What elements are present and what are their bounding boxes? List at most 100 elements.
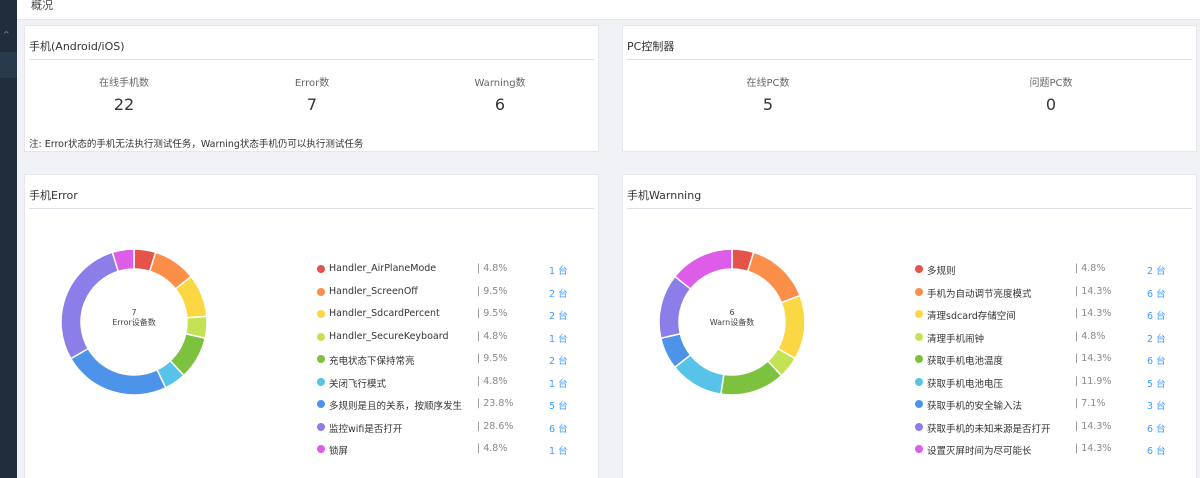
divider [29,59,594,60]
legend-label: 多规则是且的关系，按顺序发生 [329,401,463,412]
legend-label: 获取手机电池温度 [927,356,1004,367]
legend-dot-icon [915,287,923,296]
top-bar: 概况 [17,0,1200,20]
legend-dot-icon [915,355,923,363]
donut-slice[interactable] [719,359,783,396]
legend-percent: | 14.3% [1075,443,1112,454]
legend-count-link[interactable]: 1 台 [549,376,568,390]
legend-item[interactable]: 获取手机的安全输入法 | 7.1% 3 台 [915,398,1175,412]
stat-problem-pc: 问题PC数 0 [971,74,1131,114]
legend-dot-icon [317,332,325,341]
legend-label: 设置灭屏时间为尽可能长 [927,446,1032,457]
donut-slice[interactable] [746,251,801,304]
legend-item[interactable]: Handler_AirPlaneMode | 4.8% 1 台 [317,263,577,277]
donut-slice[interactable] [60,251,120,360]
legend-count-link[interactable]: 1 台 [549,443,568,457]
legend-dot-icon [915,377,923,386]
legend-dot-icon [317,422,325,431]
legend-dot-icon [317,445,325,453]
legend-item[interactable]: 充电状态下保持常亮 | 9.5% 2 台 [317,353,577,367]
center-value: 6 [729,308,735,317]
center-label: Error设备数 [112,318,156,327]
legend-label: 关闭飞行模式 [329,378,387,390]
warn-donut-center: 6 Warn设备数 [692,308,772,328]
legend-dot-icon [317,310,325,318]
legend-count-link[interactable]: 2 台 [1147,331,1166,345]
breadcrumb: 概况 [31,0,53,12]
legend-count-link[interactable]: 2 台 [1147,263,1166,277]
legend-count-link[interactable]: 6 台 [1147,353,1166,367]
legend-item[interactable]: 设置灭屏时间为尽可能长 | 14.3% 6 台 [915,443,1175,457]
legend-percent: | 23.8% [477,398,514,409]
legend-count-link[interactable]: 6 台 [1147,286,1166,300]
legend-percent: | 4.8% [477,375,508,387]
center-value: 7 [131,308,137,317]
legend-item[interactable]: 多规则是且的关系，按顺序发生 | 23.8% 5 台 [317,398,577,412]
legend-count-link[interactable]: 3 台 [1147,398,1166,412]
legend-item[interactable]: 获取手机的未知来源是否打开 | 14.3% 6 台 [915,421,1175,435]
collapse-caret-icon[interactable]: ^ [3,30,10,39]
divider [29,208,594,209]
phones-card: 手机(Android/iOS) 在线手机数 22 Error数 7 Warnin… [24,25,599,152]
legend-count-link[interactable]: 1 台 [549,263,568,277]
donut-slice[interactable] [673,248,733,291]
stat-value: 7 [306,95,318,114]
stat-online-phones: 在线手机数 22 [44,74,204,114]
legend-item[interactable]: Handler_ScreenOff | 9.5% 2 台 [317,286,577,300]
legend-percent: | 11.9% [1075,375,1112,387]
legend-item[interactable]: 手机为自动调节亮度模式 | 14.3% 6 台 [915,286,1175,300]
legend-percent: | 4.8% [477,263,508,274]
legend-dot-icon [317,400,325,408]
legend-dot-icon [915,310,923,318]
legend-label: 获取手机的安全输入法 [927,401,1023,412]
divider [627,208,1192,209]
phones-card-title: 手机(Android/iOS) [29,40,125,53]
legend-percent: | 4.8% [1075,263,1106,274]
stat-label: 在线PC数 [746,78,790,89]
legend-item[interactable]: Handler_SecureKeyboard | 4.8% 1 台 [317,331,577,345]
legend-percent: | 4.8% [1075,330,1106,342]
legend-item[interactable]: 关闭飞行模式 | 4.8% 1 台 [317,376,577,390]
stat-label: 问题PC数 [1029,78,1073,89]
legend-count-link[interactable]: 5 台 [1147,376,1166,390]
warn-chart-card: 手机Warnning 6 Warn设备数 多规则 | 4.8% 2 台手机为自动调节… [622,174,1197,478]
center-label: Warn设备数 [709,318,755,327]
legend-item[interactable]: 锁屏 | 4.8% 1 台 [317,443,577,457]
legend-count-link[interactable]: 2 台 [549,353,568,367]
legend-dot-icon [915,265,923,273]
donut-slice[interactable] [776,294,806,360]
stat-label: 在线手机数 [99,78,149,89]
legend-count-link[interactable]: 5 台 [549,398,568,412]
error-donut-center: 7 Error设备数 [94,308,174,328]
legend-dot-icon [317,287,325,296]
legend-dot-icon [915,400,923,408]
legend-count-link[interactable]: 6 台 [1147,308,1166,322]
stat-online-pc: 在线PC数 5 [688,74,848,114]
legend-item[interactable]: 监控wifi是否打开 | 28.6% 6 台 [317,421,577,435]
legend-percent: | 4.8% [477,443,508,454]
sidebar-active-item[interactable] [0,52,17,78]
legend-percent: | 7.1% [1075,398,1106,409]
legend-count-link[interactable]: 2 台 [549,308,568,322]
legend-item[interactable]: 获取手机电池电压 | 11.9% 5 台 [915,376,1175,390]
legend-count-link[interactable]: 6 台 [549,421,568,435]
legend-dot-icon [915,332,923,341]
legend-percent: | 9.5% [477,353,508,364]
pc-card: PC控制器 在线PC数 5 问题PC数 0 [622,25,1197,152]
legend-item[interactable]: 获取手机电池温度 | 14.3% 6 台 [915,353,1175,367]
legend-count-link[interactable]: 1 台 [549,331,568,345]
donut-slice[interactable] [69,347,167,396]
legend-count-link[interactable]: 6 台 [1147,421,1166,435]
legend-item[interactable]: 清理手机闹钟 | 4.8% 2 台 [915,331,1175,345]
legend-count-link[interactable]: 2 台 [549,286,568,300]
legend-item[interactable]: 多规则 | 4.8% 2 台 [915,263,1175,277]
legend-percent: | 14.3% [1075,285,1112,297]
legend-count-link[interactable]: 6 台 [1147,443,1166,457]
stat-error-count: Error数 7 [232,74,392,114]
stat-warning-count: Warning数 6 [420,74,580,114]
legend-label: 手机为自动调节亮度模式 [927,288,1032,300]
legend-percent: | 9.5% [477,285,508,297]
legend-item[interactable]: 清理sdcard存储空间 | 14.3% 6 台 [915,308,1175,322]
stat-value: 6 [494,95,506,114]
legend-item[interactable]: Handler_SdcardPercent | 9.5% 2 台 [317,308,577,322]
